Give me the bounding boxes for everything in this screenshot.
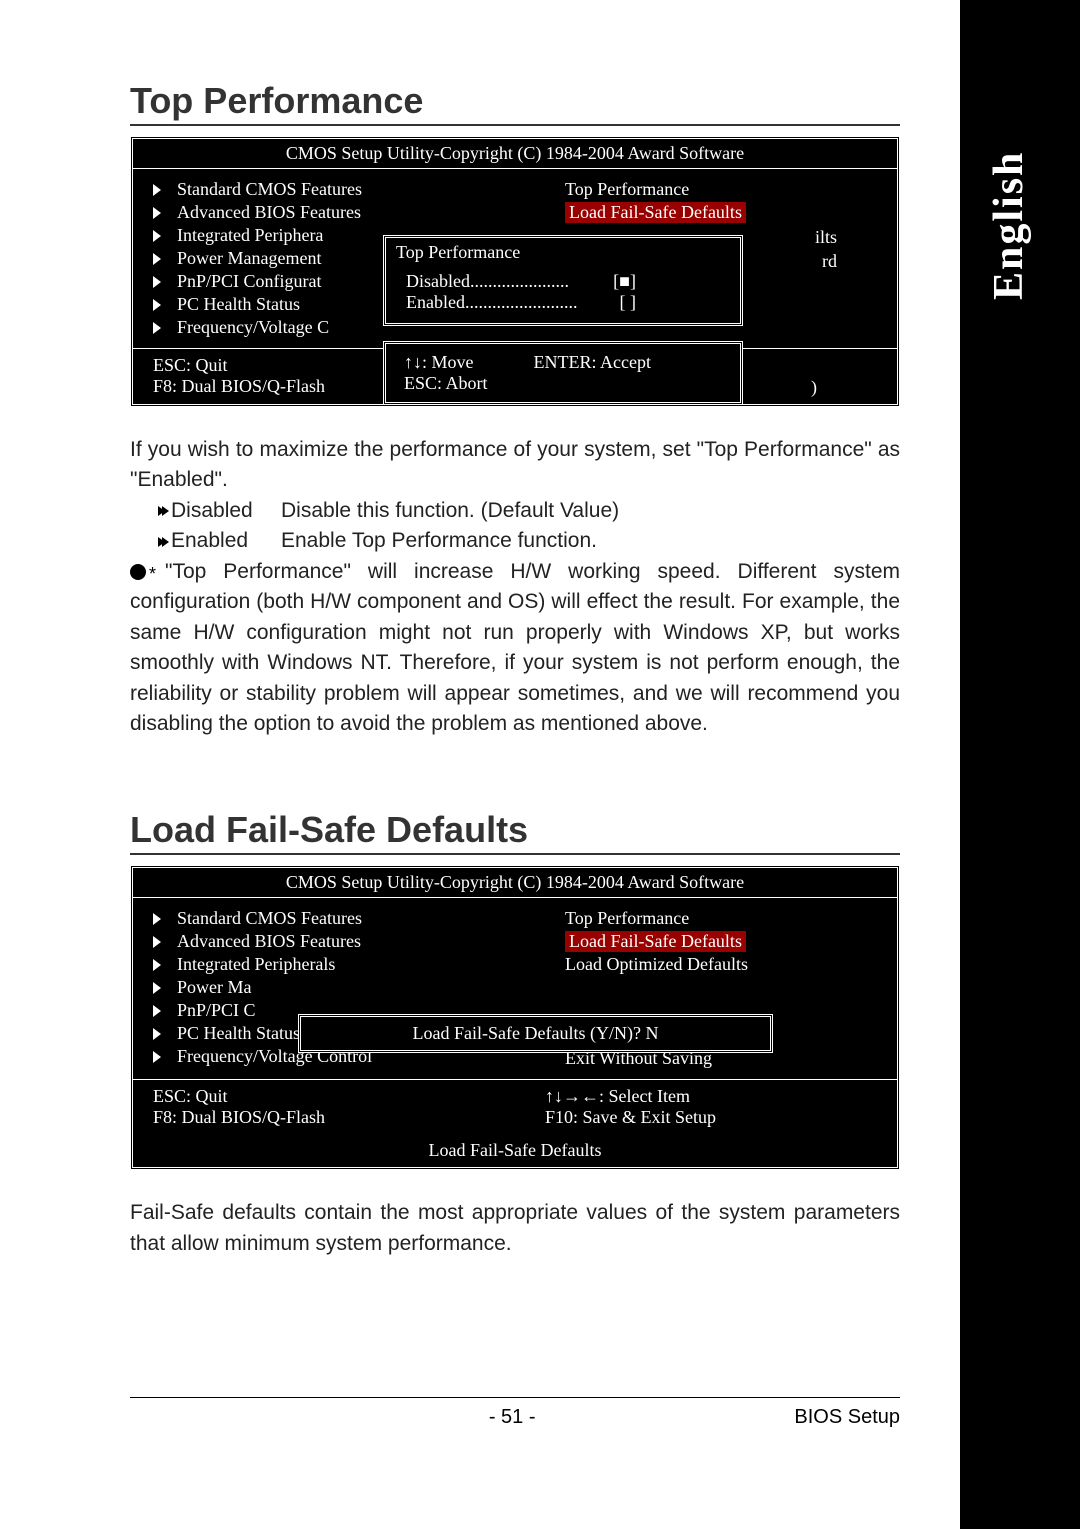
popup-hint-move: ↑↓: Move — [404, 352, 474, 373]
cut-text: rd — [822, 251, 837, 272]
bios1-label: Power Management — [177, 248, 321, 269]
arrow-icon — [153, 230, 161, 242]
page-footer: - 51 - BIOS Setup — [130, 1397, 900, 1429]
arrow-icon — [153, 936, 161, 948]
arrow-icon — [153, 1005, 161, 1017]
bios1-label-hl: Load Fail-Safe Defaults — [565, 202, 746, 223]
arrow-icon — [153, 1028, 161, 1040]
popup-body: Disabled...................... [■] Enabl… — [386, 267, 740, 323]
arrow-icon — [153, 184, 161, 196]
opt-desc: Disable this function. (Default Value) — [281, 496, 619, 526]
bios2-item[interactable]: Load Optimized Defaults — [565, 954, 877, 975]
dbl-arrow-icon — [158, 537, 165, 547]
footer-section: BIOS Setup — [794, 1406, 900, 1429]
bios1-body: Standard CMOS Features Advanced BIOS Fea… — [133, 169, 897, 349]
arrow-icon — [153, 322, 161, 334]
bios1-item[interactable]: Standard CMOS Features — [153, 179, 495, 200]
bios1-label: Advanced BIOS Features — [177, 202, 361, 223]
bios1-label: Integrated Periphera — [177, 225, 323, 246]
bios2-item[interactable]: Power Ma — [153, 977, 495, 998]
bios2-item — [565, 977, 877, 999]
popup-hint-accept: ENTER: Accept — [534, 352, 651, 373]
bios2-label: Power Ma — [177, 977, 252, 998]
prompt-text: Load Fail-Safe Defaults (Y/N)? N — [413, 1023, 659, 1043]
failsafe-prompt[interactable]: Load Fail-Safe Defaults (Y/N)? N — [298, 1014, 773, 1053]
arrow-icon — [153, 299, 161, 311]
bios1-label: PC Health Status — [177, 294, 300, 315]
note-text: "Top Performance" will increase H/W work… — [130, 557, 900, 740]
bios2-item[interactable]: Top Performance — [565, 908, 877, 929]
f10-save: F10: Save & Exit Setup — [545, 1107, 877, 1128]
arrow-icon — [153, 207, 161, 219]
bios1-label: PnP/PCI Configurat — [177, 271, 322, 292]
popup-option-disabled[interactable]: Disabled...................... [■] — [406, 271, 636, 292]
arrow-icon — [153, 276, 161, 288]
top-performance-popup: Top Performance Disabled................… — [383, 235, 743, 326]
bios2-label: Integrated Peripherals — [177, 954, 335, 975]
opt-desc: Enable Top Performance function. — [281, 526, 597, 556]
bios2-label: Load Fail-Safe Defaults — [565, 931, 746, 952]
bios2-item[interactable]: Integrated Peripherals — [153, 954, 495, 975]
bios1-label: Standard CMOS Features — [177, 179, 362, 200]
popup-footer: ↑↓: Move ENTER: Accept ESC: Abort — [383, 341, 743, 405]
popup-title: Top Performance — [386, 238, 740, 267]
bios2-footer-left: ESC: Quit F8: Dual BIOS/Q-Flash — [153, 1086, 515, 1128]
popup-option-enabled[interactable]: Enabled......................... [ ] — [406, 292, 636, 313]
arrow-icon — [153, 959, 161, 971]
arrow-icon — [153, 913, 161, 925]
bios-screenshot-2: CMOS Setup Utility-Copyright (C) 1984-20… — [130, 865, 900, 1170]
bios2-item-hl[interactable]: Load Fail-Safe Defaults — [565, 931, 877, 952]
bios2-item[interactable]: Advanced BIOS Features — [153, 931, 495, 952]
bios1-item[interactable]: Top Performance — [565, 179, 877, 200]
bios2-footer: ESC: Quit F8: Dual BIOS/Q-Flash ↑↓→←: Se… — [133, 1080, 897, 1134]
page-content: Top Performance CMOS Setup Utility-Copyr… — [0, 0, 960, 1529]
section2-title: Load Fail-Safe Defaults — [130, 809, 900, 855]
opt-label: Enabled — [171, 526, 281, 556]
language-tab: English — [985, 90, 1035, 300]
arrow-icon — [153, 1051, 161, 1063]
option-disabled-line: Disabled Disable this function. (Default… — [158, 496, 900, 526]
bios2-footer-right: ↑↓→←: Select Item F10: Save & Exit Setup — [515, 1086, 877, 1128]
bios-screenshot-1: CMOS Setup Utility-Copyright (C) 1984-20… — [130, 136, 900, 407]
bios1-label: Top Performance — [565, 179, 689, 200]
bios1-label: Frequency/Voltage C — [177, 317, 329, 338]
arrow-icon — [153, 982, 161, 994]
esc-quit: ESC: Quit — [153, 1086, 515, 1107]
f8-qflash: F8: Dual BIOS/Q-Flash — [153, 1107, 515, 1128]
bios2-label: PnP/PCI C — [177, 1000, 256, 1021]
option-enabled-line: Enabled Enable Top Performance function. — [158, 526, 900, 556]
bios2-item[interactable]: Standard CMOS Features — [153, 908, 495, 929]
bios1-title: CMOS Setup Utility-Copyright (C) 1984-20… — [133, 139, 897, 169]
bios1-item[interactable]: Advanced BIOS Features — [153, 202, 495, 223]
bios2-label: PC Health Status — [177, 1023, 300, 1044]
dbl-arrow-icon — [158, 506, 165, 516]
bios2-status: Load Fail-Safe Defaults — [133, 1134, 897, 1167]
section2-body: Fail-Safe defaults contain the most appr… — [130, 1198, 900, 1259]
opt-label: Disabled — [171, 496, 281, 526]
arrow-icon — [153, 253, 161, 265]
bios2-title: CMOS Setup Utility-Copyright (C) 1984-20… — [133, 868, 897, 898]
popup-hint-abort: ESC: Abort — [404, 373, 722, 394]
bios2-label: Advanced BIOS Features — [177, 931, 361, 952]
bios2-label: Top Performance — [565, 908, 689, 929]
intro-text: If you wish to maximize the performance … — [130, 435, 900, 496]
page-number: - 51 - — [230, 1406, 794, 1429]
note-bullet-icon — [130, 564, 146, 580]
select-item-hint: ↑↓→←: Select Item — [545, 1086, 877, 1107]
bios1-item-hl[interactable]: Load Fail-Safe Defaults — [565, 202, 877, 223]
bios2-label: Load Optimized Defaults — [565, 954, 748, 975]
section1-body: If you wish to maximize the performance … — [130, 435, 900, 739]
section1-title: Top Performance — [130, 80, 900, 126]
cut-text: ilts — [815, 227, 837, 248]
bios2-label: Standard CMOS Features — [177, 908, 362, 929]
bios2-body: Standard CMOS Features Advanced BIOS Fea… — [133, 898, 897, 1080]
